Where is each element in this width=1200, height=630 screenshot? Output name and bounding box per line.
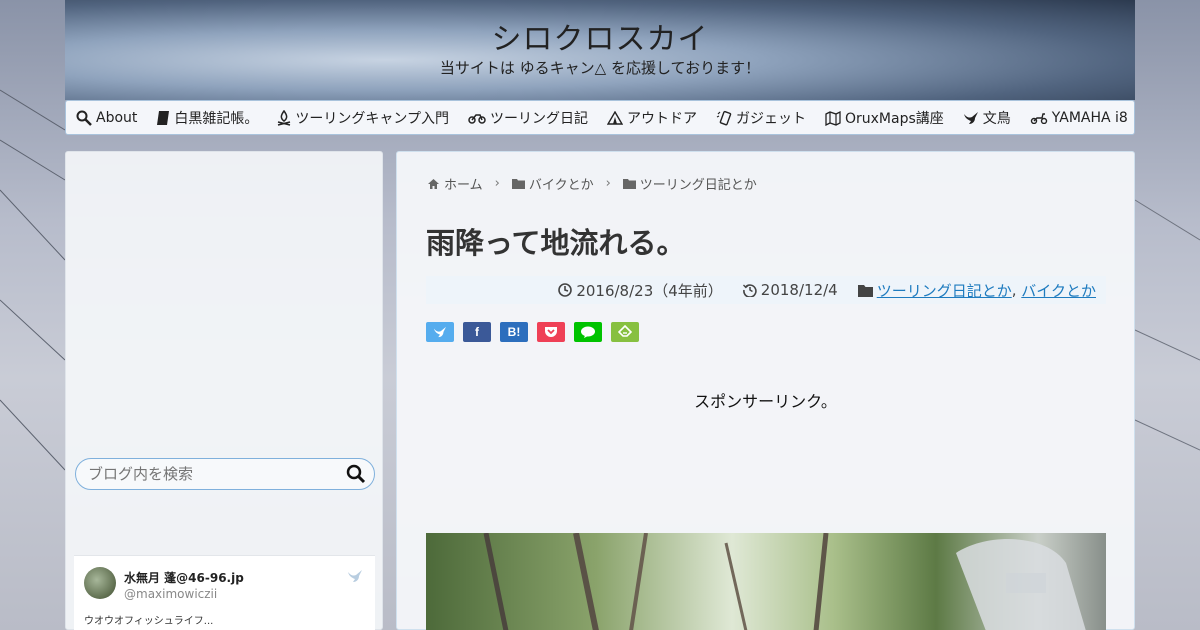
line-icon bbox=[581, 326, 595, 338]
site-title[interactable]: シロクロスカイ bbox=[65, 14, 1135, 58]
sidebar: 水無月 蓬@46-96.jp @maximowiczii ウオウオフィッシュライ… bbox=[65, 151, 383, 630]
published-date-text: 2016/8/23（4年前） bbox=[576, 281, 723, 300]
map-icon bbox=[825, 110, 841, 126]
breadcrumb-label: ホーム bbox=[444, 178, 483, 193]
nav-item-bird[interactable]: 文鳥 bbox=[963, 108, 1011, 128]
nav-item-oruxmaps[interactable]: OruxMaps講座 bbox=[825, 108, 944, 128]
book-icon bbox=[156, 110, 170, 126]
twitter-bird-icon bbox=[347, 568, 363, 587]
campfire-icon bbox=[277, 109, 291, 126]
breadcrumb: ホーム › バイクとか › ツーリング日記とか bbox=[427, 174, 757, 193]
main-content: ホーム › バイクとか › ツーリング日記とか 雨降って地流れる。 2016/8… bbox=[396, 151, 1135, 630]
facebook-icon: f bbox=[475, 325, 479, 339]
site-tagline: 当サイトは ゆるキャン△ を応援しております！ bbox=[439, 59, 761, 77]
sponsor-label: スポンサーリンク。 bbox=[694, 392, 837, 411]
history-icon bbox=[742, 283, 757, 297]
twitter-widget[interactable]: 水無月 蓬@46-96.jp @maximowiczii ウオウオフィッシュライ… bbox=[74, 555, 375, 630]
post-title: 雨降って地流れる。 bbox=[426, 226, 686, 260]
bird-icon bbox=[963, 111, 979, 125]
share-line-button[interactable] bbox=[574, 322, 602, 342]
nav-item-label: 文鳥 bbox=[982, 110, 1011, 127]
twitter-handle[interactable]: @maximowiczii bbox=[124, 587, 217, 601]
category-separator: , bbox=[1011, 281, 1017, 299]
share-facebook-button[interactable]: f bbox=[463, 322, 491, 342]
share-twitter-button[interactable] bbox=[426, 322, 454, 342]
site-header: シロクロスカイ 当サイトは ゆるキャン△ を応援しております！ bbox=[65, 0, 1135, 100]
nav-item-yamaha-i8[interactable]: YAMAHA i8 bbox=[1030, 110, 1128, 126]
share-buttons: f B! bbox=[426, 322, 648, 342]
pocket-icon bbox=[545, 327, 557, 337]
main-nav: About 白黒雑記帳。 ツーリングキャンプ入門 ツーリング日記 アウトドア ガ… bbox=[65, 100, 1135, 135]
twitter-icon bbox=[434, 326, 446, 338]
twitter-display-name[interactable]: 水無月 蓬@46-96.jp bbox=[124, 569, 244, 586]
clock-icon bbox=[558, 283, 573, 297]
category-link-touring-diary[interactable]: ツーリング日記とか bbox=[877, 280, 1012, 301]
nav-item-label: アウトドア bbox=[627, 110, 697, 127]
share-pocket-button[interactable] bbox=[537, 322, 565, 342]
nav-item-gadget[interactable]: ガジェット bbox=[716, 108, 806, 128]
breadcrumb-separator: › bbox=[605, 176, 611, 191]
published-date: 2016/8/23（4年前） bbox=[558, 280, 723, 301]
sidebar-search bbox=[75, 458, 375, 490]
post-categories: ツーリング日記とか, バイクとか bbox=[857, 280, 1096, 301]
folder-icon bbox=[511, 178, 525, 189]
share-feedly-button[interactable] bbox=[611, 322, 639, 342]
search-icon[interactable] bbox=[346, 464, 366, 488]
nav-item-label: ツーリングキャンプ入門 bbox=[295, 110, 449, 127]
nav-item-label: 白黒雑記帳。 bbox=[174, 110, 259, 127]
breadcrumb-separator: › bbox=[494, 176, 500, 191]
category-link-bike[interactable]: バイクとか bbox=[1021, 280, 1096, 301]
hatena-icon: B! bbox=[507, 325, 521, 339]
share-hatena-button[interactable]: B! bbox=[500, 322, 528, 342]
updated-date: 2018/12/4 bbox=[742, 281, 838, 299]
home-icon bbox=[427, 178, 440, 190]
folder-icon bbox=[622, 178, 636, 189]
search-icon bbox=[76, 110, 92, 126]
breadcrumb-home[interactable]: ホーム bbox=[427, 174, 483, 193]
feedly-icon bbox=[618, 325, 632, 337]
avatar[interactable] bbox=[84, 567, 116, 599]
forest-photo bbox=[483, 533, 1086, 630]
folder-icon bbox=[857, 284, 873, 297]
breadcrumb-touring-diary[interactable]: ツーリング日記とか bbox=[622, 174, 757, 193]
post-featured-image bbox=[426, 533, 1106, 630]
post-meta: 2016/8/23（4年前） 2018/12/4 ツーリング日記とか, バイクと… bbox=[426, 276, 1106, 304]
scooter-icon bbox=[1030, 112, 1048, 124]
phone-icon bbox=[716, 110, 732, 126]
nav-item-about[interactable]: About bbox=[76, 110, 137, 126]
nav-item-notebook[interactable]: 白黒雑記帳。 bbox=[156, 108, 258, 128]
nav-item-label: ツーリング日記 bbox=[490, 110, 588, 127]
nav-item-camp-intro[interactable]: ツーリングキャンプ入門 bbox=[277, 108, 449, 128]
breadcrumb-bike[interactable]: バイクとか bbox=[511, 174, 594, 193]
breadcrumb-label: バイクとか bbox=[528, 178, 594, 193]
breadcrumb-label: ツーリング日記とか bbox=[639, 178, 757, 193]
nav-item-label: ガジェット bbox=[736, 110, 806, 127]
motorcycle-icon bbox=[468, 112, 486, 124]
tweet-text: ウオウオフィッシュライフ... bbox=[84, 616, 214, 627]
search-input[interactable] bbox=[88, 463, 338, 485]
tent-icon bbox=[607, 110, 623, 125]
nav-item-label: About bbox=[96, 109, 138, 126]
nav-item-touring-diary[interactable]: ツーリング日記 bbox=[468, 108, 588, 128]
nav-item-label: OruxMaps講座 bbox=[845, 110, 944, 127]
nav-item-outdoor[interactable]: アウトドア bbox=[607, 108, 697, 128]
updated-date-text: 2018/12/4 bbox=[760, 281, 838, 299]
nav-item-label: YAMAHA i8 bbox=[1051, 109, 1128, 126]
